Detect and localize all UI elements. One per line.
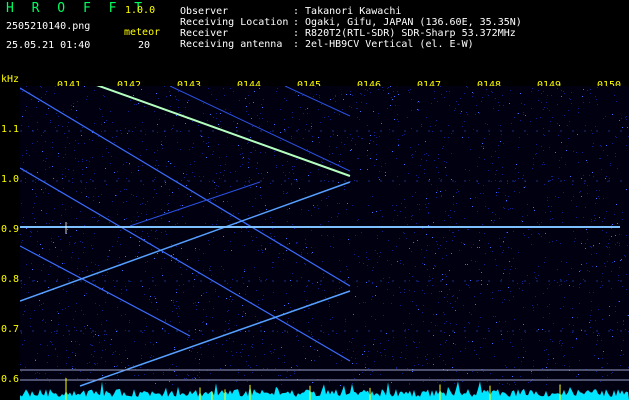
y-tick-label: 0.7 (1, 324, 20, 335)
app-version: 1.0.0 (125, 5, 156, 16)
y-tick-label: 0.6 (1, 374, 20, 385)
info-label-antenna: Receiving antenna (180, 39, 283, 50)
observation-datetime: 25.05.21 01:40 (6, 40, 91, 51)
y-tick-label: 1.0 (1, 174, 20, 185)
info-value-antenna: : 2el-HB9CV Vertical (el. E-W) (293, 39, 474, 50)
image-filename: 2505210140.png (6, 21, 91, 32)
spectrogram (20, 86, 629, 400)
y-axis-unit: kHz (1, 74, 20, 85)
y-tick-label: 1.1 (1, 124, 20, 135)
y-tick-label: 0.8 (1, 274, 20, 285)
meteor-count: 20 (138, 40, 151, 51)
spectrogram-background (20, 86, 629, 400)
meteor-label: meteor (124, 27, 161, 38)
y-tick-label: 0.9 (1, 224, 20, 235)
